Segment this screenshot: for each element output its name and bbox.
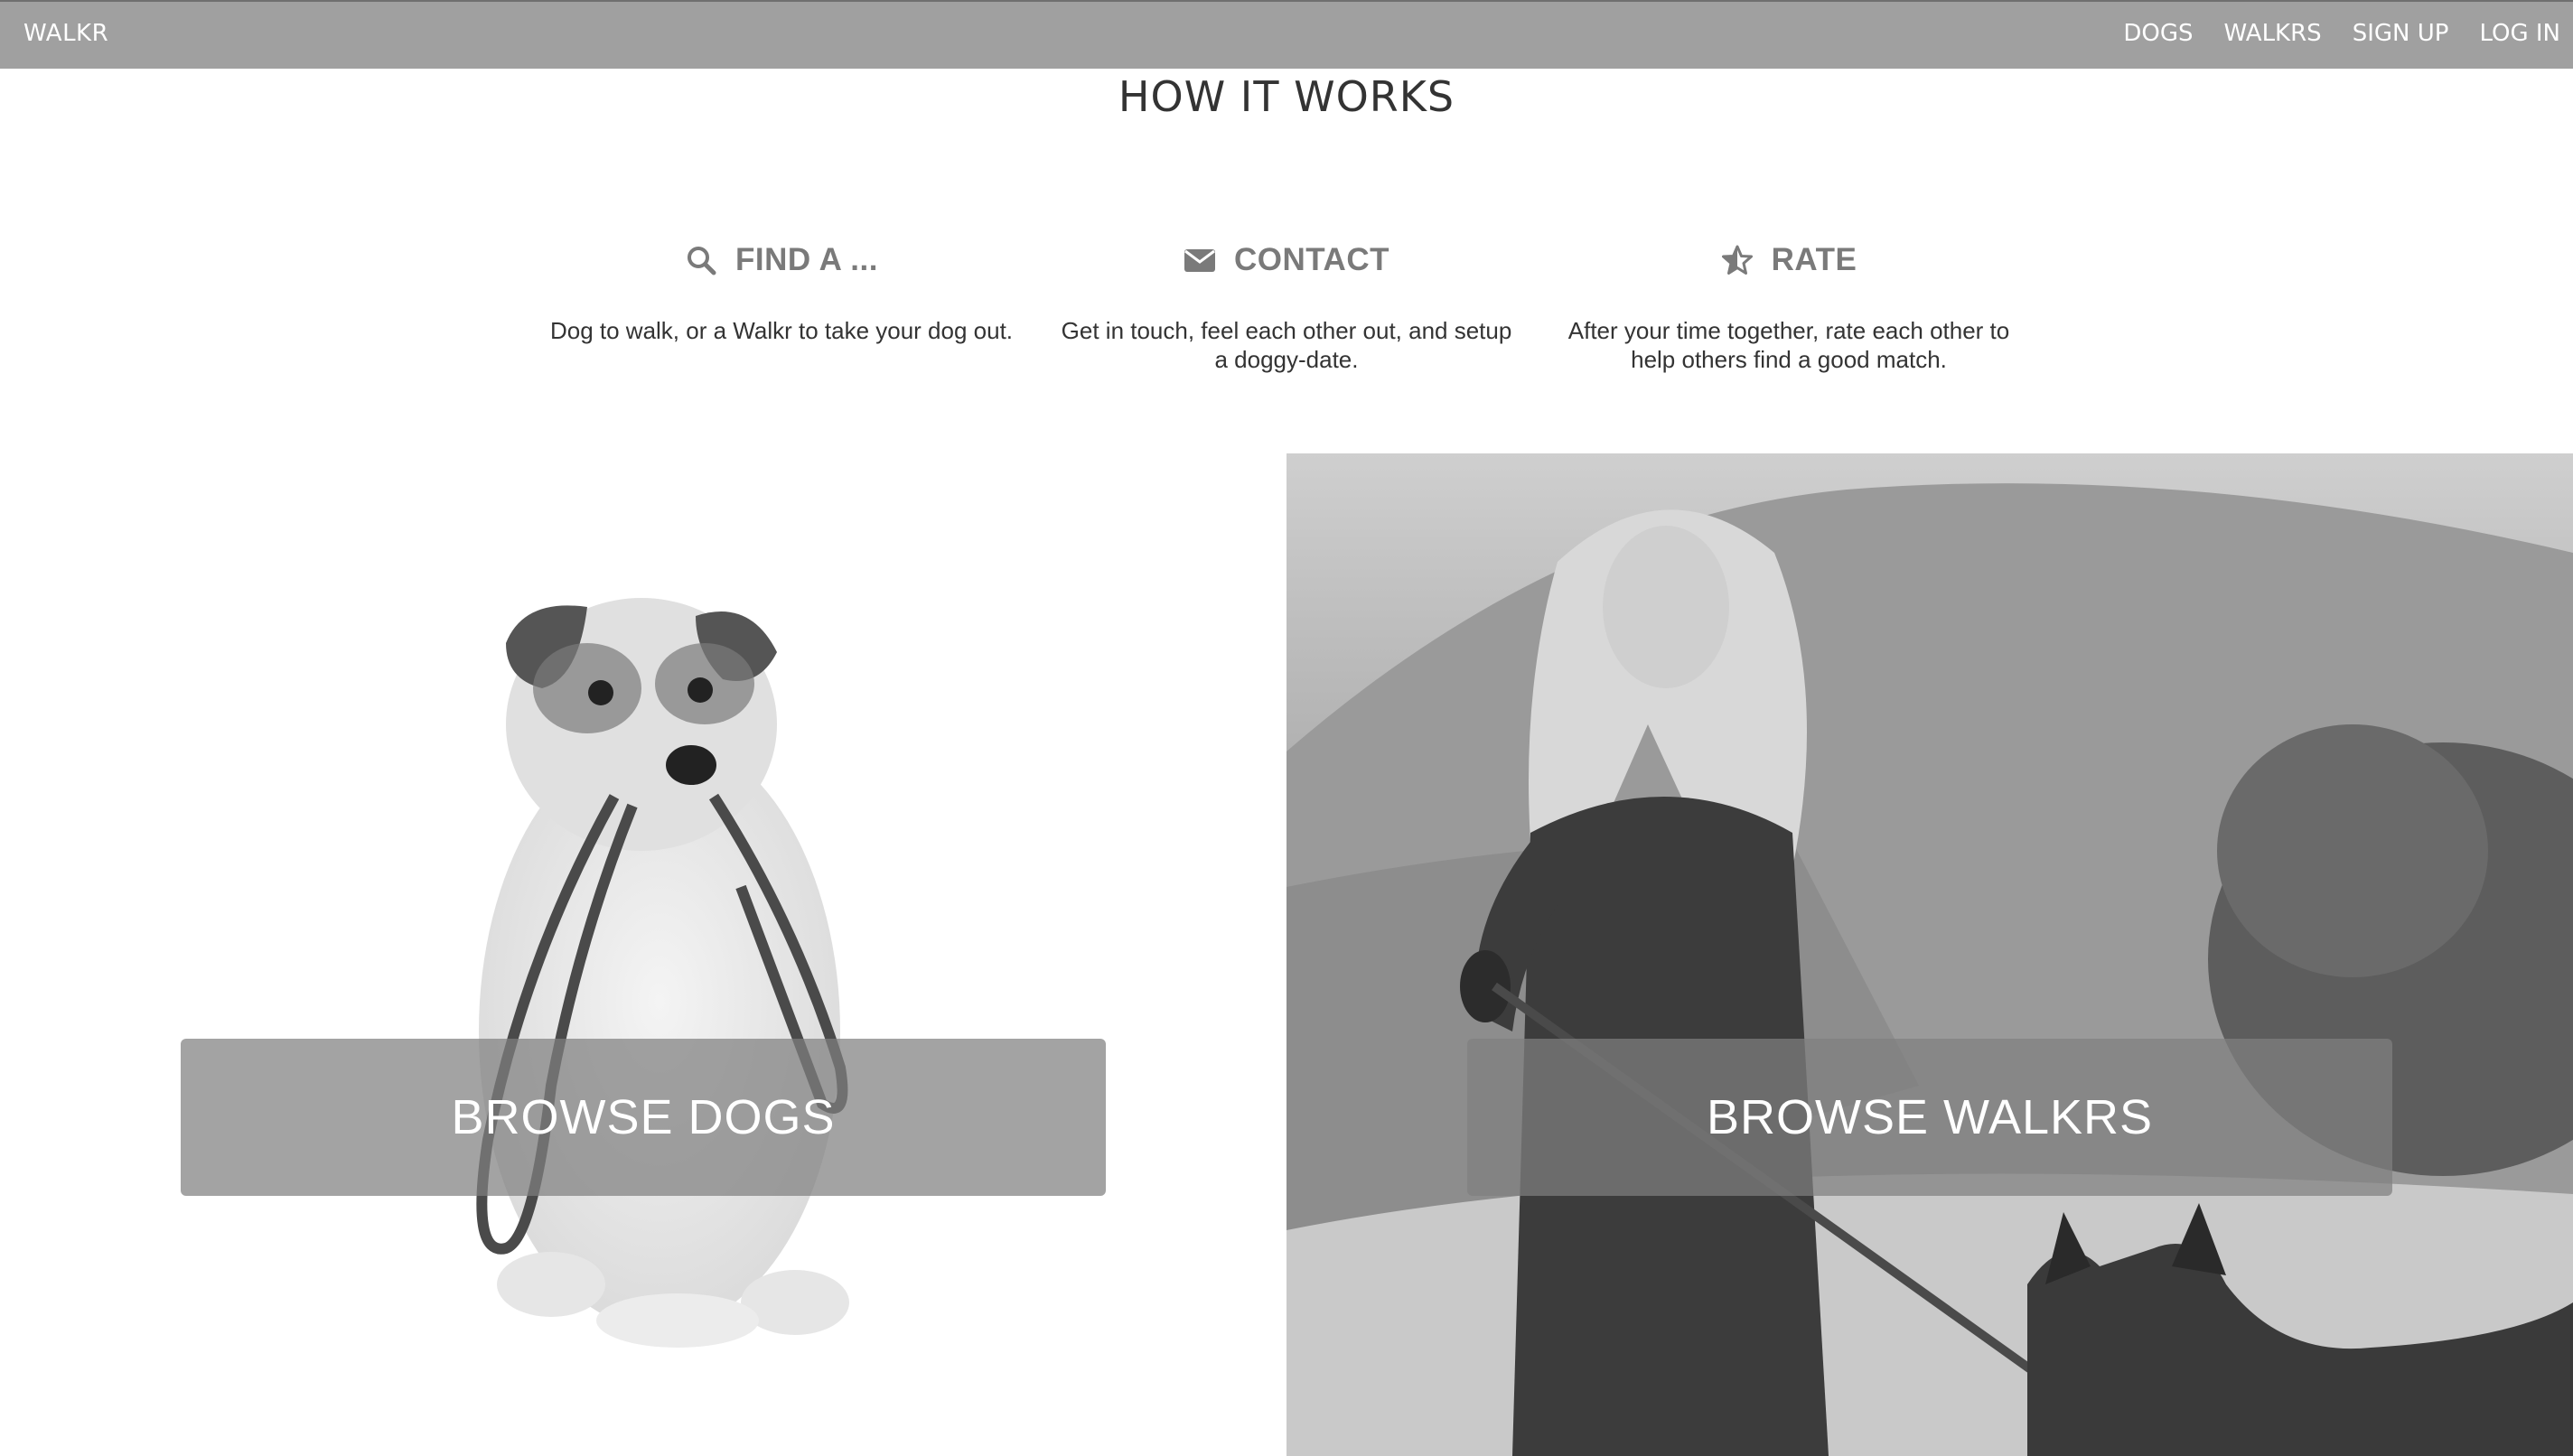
top-navbar: WALKR DOGS WALKRS SIGN UP LOG IN — [0, 0, 2573, 69]
step-contact: CONTACT Get in touch, feel each other ou… — [1052, 237, 1521, 374]
dog-with-leash-photo — [476, 598, 849, 1348]
step-rate-label: RATE — [1771, 242, 1857, 277]
step-find-description: Dog to walk, or a Walkr to take your dog… — [549, 317, 1014, 344]
nav-links: DOGS WALKRS SIGN UP LOG IN — [2092, 20, 2560, 47]
step-contact-heading: CONTACT — [1052, 237, 1521, 284]
step-rate: RATE After your time together, rate each… — [1554, 237, 2024, 374]
step-find: FIND A ... Dog to walk, or a Walkr to ta… — [547, 237, 1016, 345]
brand-logo-link[interactable]: WALKR — [23, 20, 108, 47]
step-rate-heading: RATE — [1554, 237, 2024, 284]
step-find-label: FIND A ... — [735, 242, 878, 277]
nav-link-sign-up[interactable]: SIGN UP — [2353, 20, 2449, 47]
search-icon — [685, 244, 717, 276]
step-find-heading: FIND A ... — [547, 237, 1016, 284]
envelope-icon — [1184, 244, 1216, 276]
nav-link-log-in[interactable]: LOG IN — [2479, 20, 2560, 47]
nav-link-dogs[interactable]: DOGS — [2123, 20, 2193, 47]
browse-dogs-panel: BROWSE DOGS — [0, 453, 1286, 1456]
browse-walkrs-button[interactable]: BROWSE WALKRS — [1467, 1039, 2392, 1196]
star-icon — [1721, 244, 1754, 276]
nav-link-walkrs[interactable]: WALKRS — [2224, 20, 2322, 47]
step-contact-description: Get in touch, feel each other out, and s… — [1061, 317, 1512, 373]
browse-dogs-button[interactable]: BROWSE DOGS — [181, 1039, 1106, 1196]
woman-walking-dog-photo — [1286, 483, 2573, 1456]
step-rate-description: After your time together, rate each othe… — [1567, 317, 2010, 373]
step-contact-label: CONTACT — [1234, 242, 1389, 277]
browse-walkrs-panel: BROWSE WALKRS — [1286, 453, 2573, 1456]
how-it-works-title: HOW IT WORKS — [1118, 72, 1455, 121]
